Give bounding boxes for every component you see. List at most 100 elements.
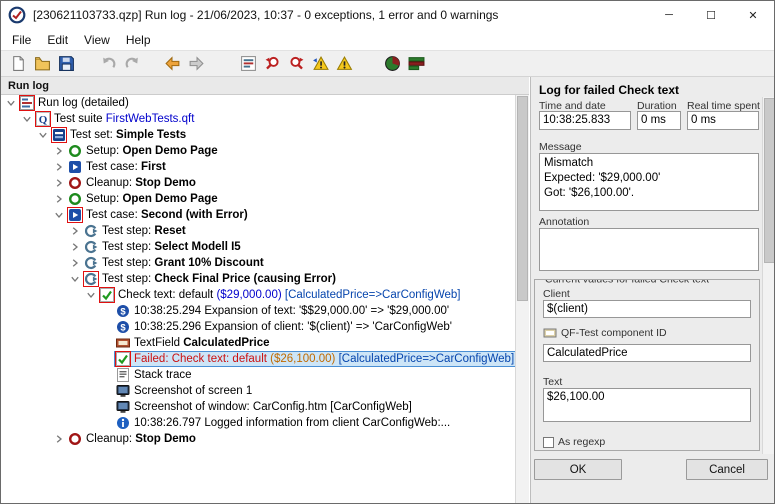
tree-row[interactable]: Test case: Second (with Error) xyxy=(1,207,515,223)
expander-closed-icon[interactable] xyxy=(68,241,82,253)
tree-row-content[interactable]: Test set: Simple Tests xyxy=(50,127,190,143)
tree-row-content[interactable]: Test step: Select Modell I5 xyxy=(82,239,245,255)
result-bars-button[interactable] xyxy=(404,52,428,75)
tree-row[interactable]: QTest suite FirstWebTests.qft xyxy=(1,111,515,127)
tree-row[interactable]: Test case: First xyxy=(1,159,515,175)
expander-closed-icon[interactable] xyxy=(52,177,66,189)
toolbar-separator xyxy=(144,51,160,76)
next-warning-button[interactable] xyxy=(332,52,356,75)
tree-row-content[interactable]: Test case: Second (with Error) xyxy=(66,207,252,223)
tree-row[interactable]: Screenshot of screen 1 xyxy=(1,383,515,399)
expander-closed-icon[interactable] xyxy=(52,433,66,445)
tree-row-content[interactable]: Cleanup: Stop Demo xyxy=(66,431,200,447)
tree-row-content[interactable]: Setup: Open Demo Page xyxy=(66,191,222,207)
duration-field[interactable]: 0 ms xyxy=(637,111,681,130)
menu-file[interactable]: File xyxy=(4,31,39,49)
tree-row[interactable]: Stack trace xyxy=(1,367,515,383)
expander-closed-icon[interactable] xyxy=(52,193,66,205)
minimize-button[interactable]: ─ xyxy=(648,1,690,29)
find-prev-error-button[interactable] xyxy=(260,52,284,75)
run-log-tree: Run log (detailed)QTest suite FirstWebTe… xyxy=(1,95,515,503)
tree-row[interactable]: $10:38:25.294 Expansion of text: '$$29,0… xyxy=(1,303,515,319)
text-field[interactable]: $26,100.00 xyxy=(543,388,751,422)
expander-closed-icon[interactable] xyxy=(52,145,66,157)
tree-row-content[interactable]: Test case: First xyxy=(66,159,170,175)
detail-vertical-scrollbar[interactable] xyxy=(762,97,775,454)
tree-row[interactable]: Failed: Check text: default ($26,100.00)… xyxy=(1,351,515,367)
ok-button[interactable]: OK xyxy=(534,459,622,480)
tree-row[interactable]: Check text: default ($29,000.00) [Calcul… xyxy=(1,287,515,303)
tree-row[interactable]: Test step: Reset xyxy=(1,223,515,239)
real-time-spent-field[interactable]: 0 ms xyxy=(687,111,759,130)
tree-row-selected-content[interactable]: Failed: Check text: default ($26,100.00)… xyxy=(114,351,515,367)
tree-row-content[interactable]: $10:38:25.296 Expansion of client: '$(cl… xyxy=(114,319,456,335)
annotation-box[interactable] xyxy=(539,228,759,271)
tree-row[interactable]: Setup: Open Demo Page xyxy=(1,143,515,159)
expander-closed-icon[interactable] xyxy=(68,257,82,269)
tree-row-content[interactable]: Stack trace xyxy=(114,367,196,383)
expander-closed-icon[interactable] xyxy=(68,225,82,237)
detail-scrollbar-thumb[interactable] xyxy=(764,98,775,263)
app-icon xyxy=(8,6,26,24)
tree-vertical-scrollbar[interactable] xyxy=(515,95,529,503)
tree-row[interactable]: Test step: Check Final Price (causing Er… xyxy=(1,271,515,287)
tree-row[interactable]: Cleanup: Stop Demo xyxy=(1,175,515,191)
tree-row[interactable]: Test set: Simple Tests xyxy=(1,127,515,143)
as-regexp-checkbox[interactable] xyxy=(543,437,554,448)
minimize-icon: ─ xyxy=(665,9,673,21)
tree-row[interactable]: Screenshot of window: CarConfig.htm [Car… xyxy=(1,399,515,415)
expander-open-icon[interactable] xyxy=(36,129,50,141)
component-id-field[interactable]: CalculatedPrice xyxy=(543,344,751,362)
tree-row-content[interactable]: TextField CalculatedPrice xyxy=(114,335,274,351)
tree-row-content[interactable]: Cleanup: Stop Demo xyxy=(66,175,200,191)
new-file-button[interactable] xyxy=(6,52,30,75)
tree-row-content[interactable]: Run log (detailed) xyxy=(18,95,133,111)
tree-row-content[interactable]: QTest suite FirstWebTests.qft xyxy=(34,111,198,127)
tree-row-content[interactable]: Setup: Open Demo Page xyxy=(66,143,222,159)
prev-warning-button[interactable] xyxy=(308,52,332,75)
save-file-button[interactable] xyxy=(54,52,78,75)
tree-row-content[interactable]: $10:38:25.294 Expansion of text: '$$29,0… xyxy=(114,303,453,319)
tree-row[interactable]: Setup: Open Demo Page xyxy=(1,191,515,207)
open-file-button[interactable] xyxy=(30,52,54,75)
maximize-button[interactable]: ☐ xyxy=(690,1,732,29)
tree-row-content[interactable]: Check text: default ($29,000.00) [Calcul… xyxy=(98,287,464,303)
back-button[interactable] xyxy=(160,52,184,75)
message-box[interactable]: Mismatch Expected: '$29,000.00' Got: '$2… xyxy=(539,153,759,211)
expander-open-icon[interactable] xyxy=(84,289,98,301)
tree-row-content[interactable]: Screenshot of screen 1 xyxy=(114,383,256,399)
tree-row[interactable]: TextField CalculatedPrice xyxy=(1,335,515,351)
tree-row-content[interactable]: Test step: Grant 10% Discount xyxy=(82,255,268,271)
expander-closed-icon[interactable] xyxy=(52,161,66,173)
undo-button[interactable] xyxy=(96,52,120,75)
tree-row[interactable]: 10:38:26.797 Logged information from cli… xyxy=(1,415,515,431)
forward-button[interactable] xyxy=(184,52,208,75)
tree-scrollbar-thumb[interactable] xyxy=(517,96,528,301)
run-log-view-button[interactable] xyxy=(236,52,260,75)
tree-row-content[interactable]: Test step: Check Final Price (causing Er… xyxy=(82,271,340,287)
close-button[interactable]: ✕ xyxy=(732,1,774,29)
find-next-error-button[interactable] xyxy=(284,52,308,75)
expander-open-icon[interactable] xyxy=(52,209,66,221)
client-field[interactable]: $(client) xyxy=(543,300,751,318)
cancel-button[interactable]: Cancel xyxy=(686,459,768,480)
expander-open-icon[interactable] xyxy=(4,97,18,109)
tree-row-content[interactable]: Screenshot of window: CarConfig.htm [Car… xyxy=(114,399,416,415)
tree-row[interactable]: Cleanup: Stop Demo xyxy=(1,431,515,447)
tree-row[interactable]: Test step: Grant 10% Discount xyxy=(1,255,515,271)
expander-open-icon[interactable] xyxy=(68,273,82,285)
tree-row-content[interactable]: 10:38:26.797 Logged information from cli… xyxy=(114,415,454,431)
tree-row[interactable]: Test step: Select Modell I5 xyxy=(1,239,515,255)
svg-text:Q: Q xyxy=(39,114,48,126)
menu-edit[interactable]: Edit xyxy=(39,31,76,49)
tree-row[interactable]: Run log (detailed) xyxy=(1,95,515,111)
toolbar-separator xyxy=(78,51,96,76)
result-pie-button[interactable] xyxy=(380,52,404,75)
menu-view[interactable]: View xyxy=(76,31,118,49)
time-and-date-field[interactable]: 10:38:25.833 xyxy=(539,111,631,130)
expander-open-icon[interactable] xyxy=(20,113,34,125)
menu-help[interactable]: Help xyxy=(118,31,159,49)
tree-row[interactable]: $10:38:25.296 Expansion of client: '$(cl… xyxy=(1,319,515,335)
tree-row-content[interactable]: Test step: Reset xyxy=(82,223,190,239)
redo-button[interactable] xyxy=(120,52,144,75)
